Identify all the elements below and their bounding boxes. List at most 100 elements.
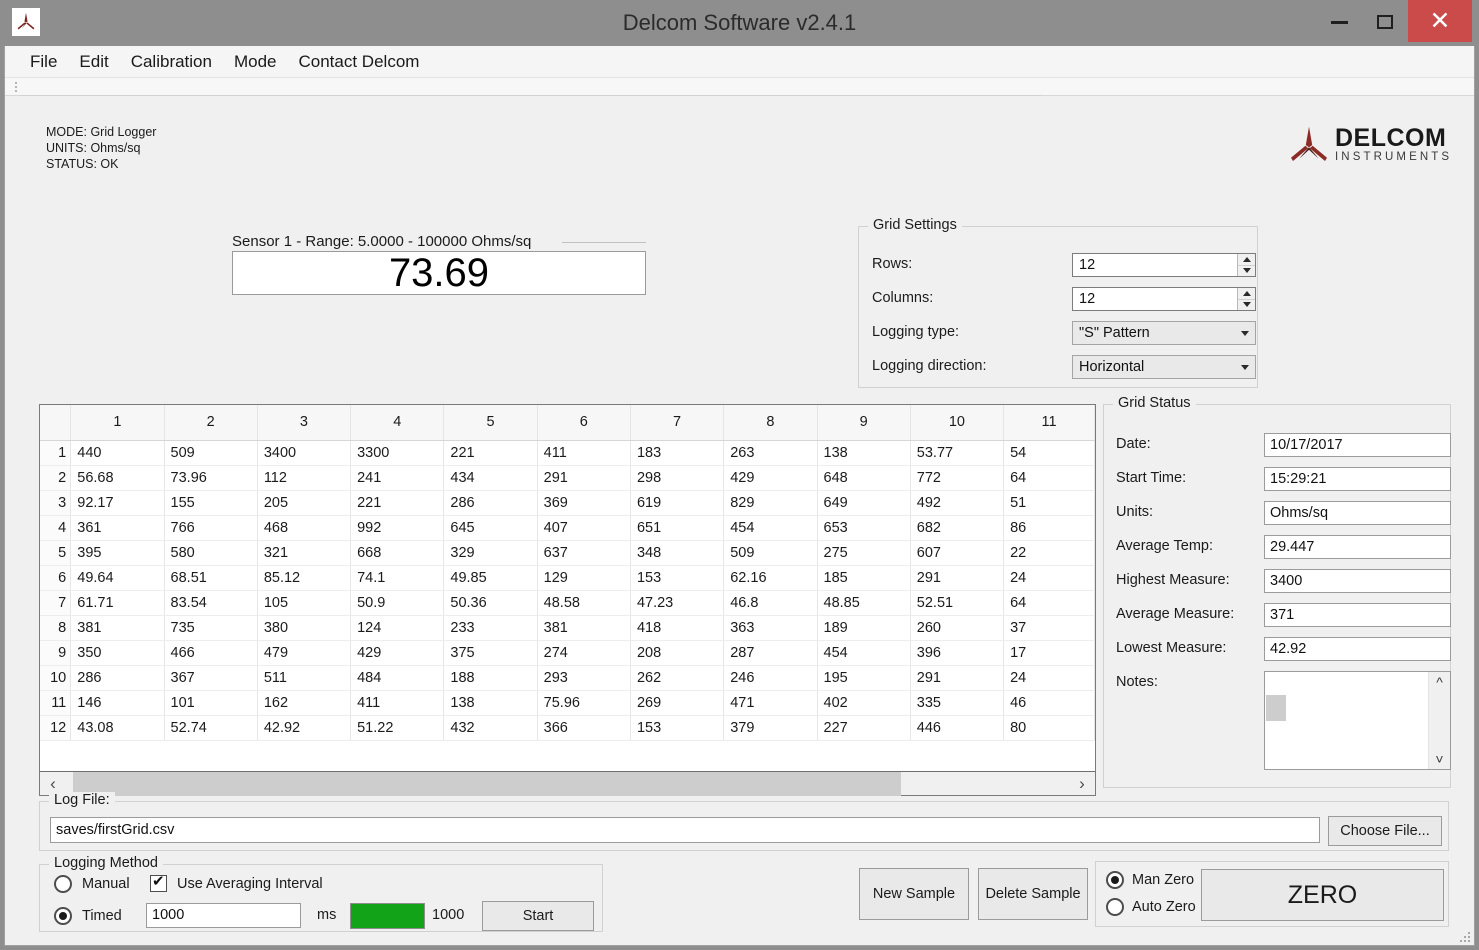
- grid-cell[interactable]: 395: [70, 540, 165, 566]
- grid-cell[interactable]: 51.22: [350, 715, 445, 741]
- grid-cell[interactable]: 287: [723, 640, 818, 666]
- menu-item-contact-delcom[interactable]: Contact Delcom: [288, 50, 431, 74]
- grid-cell[interactable]: 411: [537, 440, 631, 466]
- scrollbar-track[interactable]: [66, 771, 1069, 796]
- grid-column-header[interactable]: 6: [537, 405, 631, 441]
- grid-cell[interactable]: 379: [723, 715, 818, 741]
- grid-cell[interactable]: 221: [350, 490, 445, 516]
- menu-item-edit[interactable]: Edit: [68, 50, 119, 74]
- grid-cell[interactable]: 124: [350, 615, 445, 641]
- grid-cell[interactable]: 291: [910, 565, 1005, 591]
- grid-column-header[interactable]: 9: [817, 405, 911, 441]
- grid-cell[interactable]: 492: [910, 490, 1005, 516]
- grid-cell[interactable]: 43.08: [70, 715, 165, 741]
- grid-cell[interactable]: 22: [1003, 540, 1095, 566]
- grid-cell[interactable]: 3300: [350, 440, 445, 466]
- grid-cell[interactable]: 291: [910, 665, 1005, 691]
- notes-textarea[interactable]: ^ ˅: [1264, 671, 1451, 770]
- grid-cell[interactable]: 3400: [257, 440, 352, 466]
- grid-cell[interactable]: 471: [723, 690, 818, 716]
- grid-cell[interactable]: 645: [443, 515, 538, 541]
- grid-cell[interactable]: 80: [1003, 715, 1095, 741]
- grid-cell[interactable]: 509: [723, 540, 818, 566]
- grid-cell[interactable]: 418: [630, 615, 725, 641]
- menu-item-mode[interactable]: Mode: [223, 50, 288, 74]
- columns-stepper[interactable]: 12: [1072, 287, 1256, 311]
- grid-cell[interactable]: 48.85: [817, 590, 911, 616]
- log-file-path-input[interactable]: saves/firstGrid.csv: [50, 817, 1320, 843]
- grid-cell[interactable]: 432: [443, 715, 538, 741]
- grid-cell[interactable]: 47.23: [630, 590, 725, 616]
- grid-cell[interactable]: 48.58: [537, 590, 631, 616]
- grid-cell[interactable]: 329: [443, 540, 538, 566]
- highest-measure-value[interactable]: 3400: [1264, 569, 1451, 593]
- grid-cell[interactable]: 651: [630, 515, 725, 541]
- close-button[interactable]: ✕: [1408, 0, 1472, 42]
- grid-column-header[interactable]: 2: [164, 405, 258, 441]
- grid-cell[interactable]: 50.9: [350, 590, 445, 616]
- grid-cell[interactable]: 363: [723, 615, 818, 641]
- grid-cell[interactable]: 637: [537, 540, 631, 566]
- columns-decrement-button[interactable]: [1238, 300, 1255, 311]
- chevron-down-icon[interactable]: ˅: [1429, 749, 1450, 769]
- columns-stepper-buttons[interactable]: [1237, 288, 1255, 310]
- grid-cell[interactable]: 454: [723, 515, 818, 541]
- grid-cell[interactable]: 138: [443, 690, 538, 716]
- toolbar-grip-handle[interactable]: [15, 82, 19, 92]
- grid-cell[interactable]: 263: [723, 440, 818, 466]
- grid-cell[interactable]: 484: [350, 665, 445, 691]
- grid-cell[interactable]: 146: [70, 690, 165, 716]
- grid-cell[interactable]: 46: [1003, 690, 1095, 716]
- grid-row-header[interactable]: 2: [40, 465, 72, 491]
- grid-column-header[interactable]: 5: [443, 405, 538, 441]
- grid-cell[interactable]: 396: [910, 640, 1005, 666]
- chevron-up-icon[interactable]: ^: [1429, 672, 1450, 692]
- grid-cell[interactable]: 274: [537, 640, 631, 666]
- grid-cell[interactable]: 992: [350, 515, 445, 541]
- grid-cell[interactable]: 37: [1003, 615, 1095, 641]
- grid-cell[interactable]: 348: [630, 540, 725, 566]
- grid-row-header[interactable]: 9: [40, 640, 72, 666]
- grid-cell[interactable]: 648: [817, 465, 911, 491]
- grid-cell[interactable]: 286: [70, 665, 165, 691]
- grid-cell[interactable]: 367: [164, 665, 258, 691]
- grid-cell[interactable]: 649: [817, 490, 911, 516]
- grid-cell[interactable]: 619: [630, 490, 725, 516]
- grid-cell[interactable]: 183: [630, 440, 725, 466]
- grid-cell[interactable]: 286: [443, 490, 538, 516]
- grid-column-header[interactable]: 1: [70, 405, 165, 441]
- grid-cell[interactable]: 260: [910, 615, 1005, 641]
- grid-cell[interactable]: 369: [537, 490, 631, 516]
- grid-cell[interactable]: 129: [537, 565, 631, 591]
- grid-cell[interactable]: 479: [257, 640, 352, 666]
- auto-zero-radio[interactable]: [1106, 898, 1124, 916]
- grid-cell[interactable]: 227: [817, 715, 911, 741]
- grid-cell[interactable]: 162: [257, 690, 352, 716]
- grid-cell[interactable]: 195: [817, 665, 911, 691]
- resize-grip[interactable]: [1458, 930, 1470, 942]
- grid-horizontal-scrollbar[interactable]: ‹ ›: [40, 771, 1095, 796]
- units-value[interactable]: Ohms/sq: [1264, 501, 1451, 525]
- grid-cell[interactable]: 468: [257, 515, 352, 541]
- grid-cell[interactable]: 241: [350, 465, 445, 491]
- man-zero-radio[interactable]: [1106, 871, 1124, 889]
- grid-cell[interactable]: 381: [537, 615, 631, 641]
- grid-cell[interactable]: 64: [1003, 590, 1095, 616]
- grid-cell[interactable]: 86: [1003, 515, 1095, 541]
- grid-cell[interactable]: 298: [630, 465, 725, 491]
- grid-row-header[interactable]: 5: [40, 540, 72, 566]
- grid-cell[interactable]: 380: [257, 615, 352, 641]
- grid-cell[interactable]: 233: [443, 615, 538, 641]
- grid-cell[interactable]: 24: [1003, 565, 1095, 591]
- grid-row-header[interactable]: 4: [40, 515, 72, 541]
- grid-cell[interactable]: 511: [257, 665, 352, 691]
- grid-cell[interactable]: 262: [630, 665, 725, 691]
- grid-cell[interactable]: 466: [164, 640, 258, 666]
- grid-cell[interactable]: 52.51: [910, 590, 1005, 616]
- grid-cell[interactable]: 85.12: [257, 565, 352, 591]
- grid-cell[interactable]: 73.96: [164, 465, 258, 491]
- grid-cell[interactable]: 429: [350, 640, 445, 666]
- measurement-grid-scroll-area[interactable]: 1 2 3 4 5 6 7 8 9 10 11 1 440 509 3400 3300 221 411 183 263…: [40, 405, 1095, 771]
- grid-column-header[interactable]: 3: [257, 405, 352, 441]
- grid-cell[interactable]: 366: [537, 715, 631, 741]
